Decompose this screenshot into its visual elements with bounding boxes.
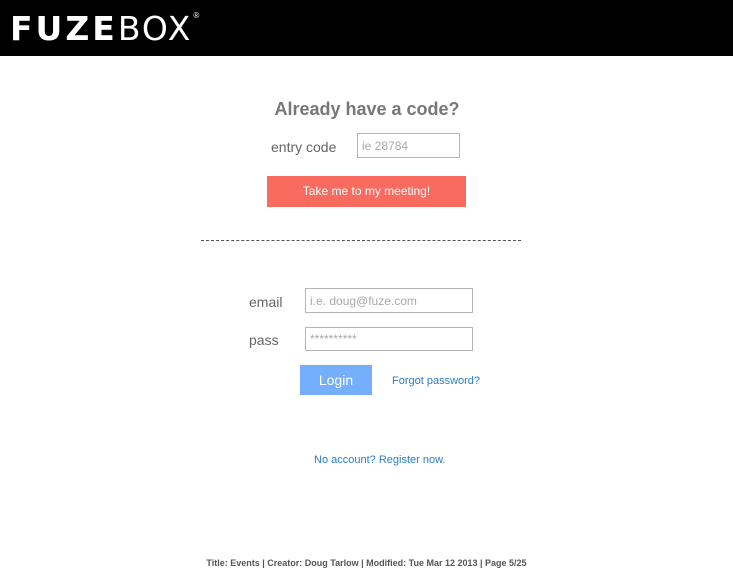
registered-mark: ® — [193, 11, 200, 20]
login-button[interactable]: Login — [300, 365, 372, 395]
email-input[interactable] — [305, 288, 473, 313]
section-divider — [201, 240, 521, 241]
register-link[interactable]: No account? Register now. — [314, 453, 445, 467]
join-meeting-button[interactable]: Take me to my meeting! — [267, 176, 466, 207]
code-section-heading: Already have a code? — [274, 99, 460, 119]
email-label: email — [249, 294, 283, 310]
page-footer: Title: Events | Creator: Doug Tarlow | M… — [206, 558, 527, 568]
logo-bold-text: FUZE — [10, 9, 118, 48]
top-header-bar: FUZE BOX ® — [0, 0, 733, 56]
pass-label: pass — [249, 332, 279, 348]
fuzebox-logo[interactable]: FUZE BOX ® — [10, 9, 199, 49]
password-input[interactable] — [305, 327, 473, 351]
logo-light-text: BOX — [117, 9, 193, 48]
forgot-password-link[interactable]: Forgot password? — [392, 374, 480, 388]
entry-code-input[interactable] — [357, 133, 460, 158]
entry-code-label: entry code — [271, 139, 337, 155]
